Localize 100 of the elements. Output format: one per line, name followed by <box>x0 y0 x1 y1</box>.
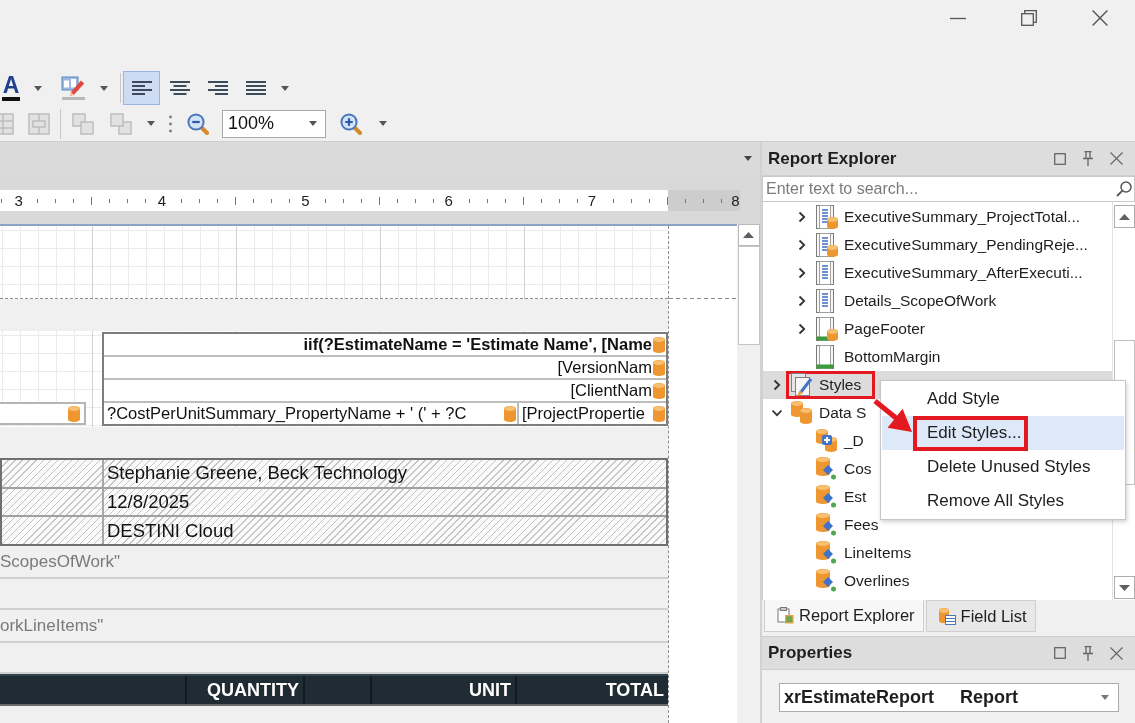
search-field[interactable]: Enter text to search... <box>762 176 1135 202</box>
database-query-icon <box>816 569 838 593</box>
caret-icon[interactable] <box>147 121 155 126</box>
tree-item[interactable]: BottomMargin <box>796 343 946 371</box>
tree-item[interactable]: ExecutiveSummary_AfterExecuti... <box>796 259 1088 287</box>
database-icon <box>653 382 665 399</box>
tree-item[interactable]: Details_ScopeOfWork <box>796 287 1002 315</box>
tree-item[interactable]: Cos <box>796 455 877 483</box>
panel-title: Properties <box>768 643 854 663</box>
tree-item[interactable]: ExecutiveSummary_ProjectTotal... <box>796 203 1086 231</box>
maximize-icon[interactable] <box>1054 152 1066 165</box>
pencil-pages-icon <box>791 373 813 397</box>
field-expression: ?CostPerUnitSummary_PropertyName + ' (' + ?C <box>107 404 467 423</box>
zoom-out-icon[interactable] <box>187 112 209 135</box>
maximize-icon[interactable] <box>1054 647 1066 659</box>
highlighter-icon[interactable] <box>60 76 86 100</box>
band-database-icon <box>816 205 838 229</box>
object-selector[interactable]: xrEstimateReport Report <box>779 683 1119 712</box>
tree-item[interactable]: Data S <box>771 399 872 427</box>
tree-item[interactable]: PageFooter <box>796 315 930 343</box>
chevron-right-icon[interactable] <box>798 295 806 307</box>
restore-icon[interactable] <box>1020 10 1037 26</box>
ruler-label: 4 <box>156 191 168 211</box>
scroll-up-button[interactable] <box>1113 205 1135 228</box>
chevron-right-icon[interactable] <box>798 267 806 279</box>
database-icon <box>653 336 665 353</box>
band-caption: orkLineItems" <box>0 615 104 636</box>
tree-item[interactable]: Overlines <box>796 567 915 595</box>
chevron-right-icon[interactable] <box>798 239 806 251</box>
panel-tab[interactable]: Field List <box>925 600 1036 632</box>
ruler-label: 5 <box>300 191 311 211</box>
field-expression: [VersionNam <box>557 358 652 377</box>
scroll-up-button[interactable] <box>737 224 760 246</box>
menu-item[interactable]: Remove All Styles <box>882 484 1124 518</box>
database-icon <box>653 359 665 376</box>
database-icon <box>653 405 665 422</box>
caret-icon[interactable] <box>281 85 289 91</box>
footer-database-icon <box>816 317 838 341</box>
field-expression: iif(?EstimateName = 'Estimate Name', [Name <box>303 335 652 354</box>
close-icon[interactable] <box>1110 152 1123 165</box>
database-query-icon <box>816 485 838 509</box>
database-plus-icon <box>816 429 838 453</box>
ruler-label: 7 <box>586 191 598 211</box>
tree-item[interactable]: _D <box>796 427 869 455</box>
tree-item[interactable]: Est <box>796 483 872 511</box>
chevron-right-icon[interactable] <box>773 379 781 391</box>
panel-title: Report Explorer <box>768 148 898 169</box>
pin-icon[interactable] <box>1082 151 1094 166</box>
table-cell-text: 12/8/2025 <box>106 490 191 514</box>
clipboard-icon <box>777 607 794 624</box>
chevron-right-icon[interactable] <box>798 323 806 335</box>
caret-icon[interactable] <box>34 85 42 91</box>
up-arrow-icon[interactable] <box>1118 213 1130 220</box>
caret-icon[interactable] <box>379 121 387 126</box>
database-icon <box>504 405 516 422</box>
search-icon[interactable] <box>1116 181 1132 197</box>
align-left-icon[interactable] <box>131 81 152 95</box>
tree-item[interactable]: ExecutiveSummary_PendingReje... <box>796 231 1093 259</box>
grip-icon <box>169 114 172 133</box>
align-right-icon[interactable] <box>207 81 228 95</box>
align-justify-icon[interactable] <box>245 81 266 95</box>
zoom-in-icon[interactable] <box>340 112 362 135</box>
ruler-label: 6 <box>443 191 454 211</box>
database-query-icon <box>816 541 838 565</box>
field-expression: [ProjectPropertie <box>522 404 645 423</box>
column-header: QUANTITY <box>185 676 303 704</box>
scroll-down-button[interactable] <box>1113 576 1135 599</box>
database-query-icon <box>816 457 838 481</box>
database-query-icon <box>816 513 838 537</box>
band-caption: ScopesOfWork" <box>0 551 121 572</box>
tree-item[interactable]: LineItems <box>796 539 917 567</box>
tree-item[interactable]: Fees <box>796 511 884 539</box>
band-database-icon <box>816 233 838 257</box>
close-icon[interactable] <box>1091 10 1108 26</box>
caret-icon[interactable] <box>1101 695 1109 700</box>
menu-item[interactable]: Add Style <box>882 382 1124 416</box>
caret-icon[interactable] <box>744 155 752 161</box>
tree-item[interactable]: Styles <box>771 371 876 399</box>
up-arrow-icon[interactable] <box>743 232 754 238</box>
align-center-icon[interactable] <box>169 81 190 95</box>
caret-icon[interactable] <box>309 121 317 126</box>
scrollbar-thumb[interactable] <box>737 246 760 345</box>
menu-item[interactable]: Delete Unused Styles <box>882 450 1124 484</box>
align-left-button[interactable] <box>123 71 160 105</box>
column-header: UNIT <box>370 676 515 704</box>
chevron-down-icon[interactable] <box>771 409 783 417</box>
zoom-combo[interactable]: 100% <box>222 109 326 138</box>
caret-icon[interactable] <box>100 85 108 91</box>
down-arrow-icon[interactable] <box>1118 584 1130 591</box>
database-icon <box>68 405 80 422</box>
close-icon[interactable] <box>1110 646 1123 660</box>
ruler-label: 3 <box>13 191 24 211</box>
arrow-icon <box>872 399 914 434</box>
menu-item[interactable]: Edit Styles... <box>882 416 1124 450</box>
chevron-right-icon[interactable] <box>798 211 806 223</box>
font-color-button[interactable]: A <box>0 71 22 105</box>
database-table-icon <box>938 607 956 625</box>
table-cell-text: DESTINI Cloud <box>106 518 235 543</box>
pin-icon[interactable] <box>1082 645 1094 661</box>
panel-tab[interactable]: Report Explorer <box>764 600 924 632</box>
